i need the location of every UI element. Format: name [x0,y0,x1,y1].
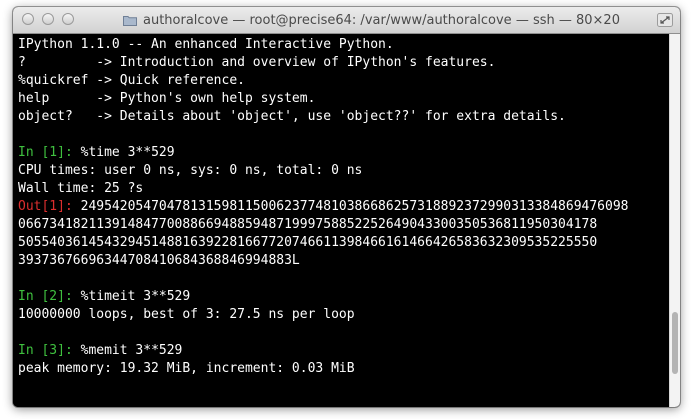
output-continuation: 5055403614543294514881639228166772074661… [18,235,598,250]
input-command: %time 3**529 [80,145,175,160]
input-prompt: In [3]: [18,343,81,358]
input-prompt: In [2]: [18,289,81,304]
output-continuation: 39373676696344708410684368846994883L [18,253,300,268]
memit-result-line: peak memory: 19.32 MiB, increment: 0.03 … [18,361,355,376]
input-command: %timeit 3**529 [80,289,191,304]
fullscreen-icon[interactable] [657,12,673,27]
scrollbar-thumb[interactable] [672,312,678,374]
window-title-text: authoralcove — root@precise64: /var/www/… [143,12,620,28]
minimize-button[interactable] [42,13,54,25]
output-value: 2495420547047813159811500623774810386686… [80,199,629,214]
folder-icon [123,15,137,26]
timeit-result-line: 10000000 loops, best of 3: 27.5 ns per l… [18,307,355,322]
scrollbar[interactable] [669,34,680,407]
title-bar[interactable]: authoralcove — root@precise64: /var/www/… [13,7,680,34]
output-prompt: Out[1]: [18,199,81,214]
cpu-times-line: CPU times: user 0 ns, sys: 0 ns, total: … [18,163,363,178]
output-line-1: Out[1]: 24954205470478131598115006237748… [18,198,669,216]
banner-line: %quickref -> Quick reference. [18,73,245,88]
input-line-3: In [3]: %memit 3**529 [18,342,669,360]
input-command: %memit 3**529 [80,343,183,358]
input-line-1: In [1]: %time 3**529 [18,144,669,162]
banner-line: IPython 1.1.0 -- An enhanced Interactive… [18,37,394,52]
output-continuation: 0667341821139148477008866948859487199975… [18,217,598,232]
zoom-button[interactable] [62,13,74,25]
banner-line: object? -> Details about 'object', use '… [18,109,566,124]
input-prompt: In [1]: [18,145,81,160]
wall-time-line: Wall time: 25 ?s [18,181,144,196]
banner-line: help -> Python's own help system. [18,91,316,106]
input-line-2: In [2]: %timeit 3**529 [18,288,669,306]
close-button[interactable] [22,13,34,25]
terminal-window: authoralcove — root@precise64: /var/www/… [13,7,680,407]
terminal-output[interactable]: IPython 1.1.0 -- An enhanced Interactive… [13,34,669,407]
window-title: authoralcove — root@precise64: /var/www/… [93,7,650,33]
banner-line: ? -> Introduction and overview of IPytho… [18,55,496,70]
